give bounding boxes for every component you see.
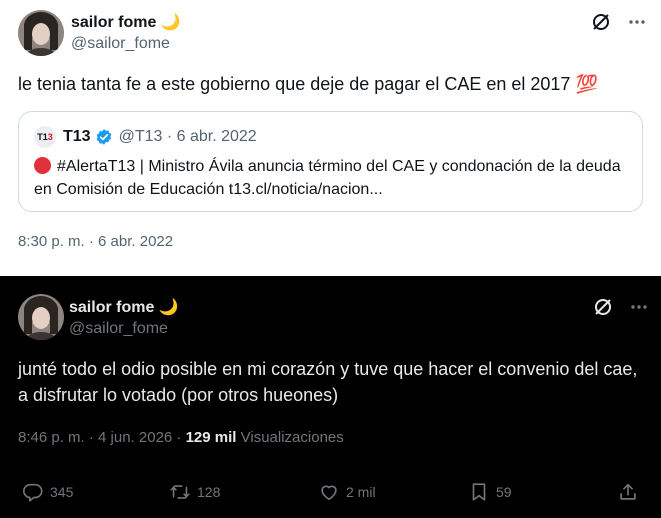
like-icon: [321, 485, 337, 501]
reply-count: 345: [50, 484, 74, 500]
moon-emoji: 🌙: [160, 14, 181, 31]
views-label: Visualizaciones: [236, 429, 344, 446]
tweet-text: junté todo el odio posible en mi corazón…: [18, 359, 638, 405]
tweet-light: sailor fome 🌙 @sailor_fome le tenia tant…: [0, 0, 661, 276]
quoted-handle-date: @T13 · 6 abr. 2022: [118, 128, 257, 145]
more-icon[interactable]: [626, 11, 648, 33]
verified-badge-icon: [96, 129, 111, 145]
quoted-tweet-card[interactable]: T1 3 T13 @T13 · 6 abr. 2022 #AlertaT13 | …: [18, 111, 643, 212]
quoted-tweet-body: #AlertaT13 | Ministro Ávila anuncia térm…: [34, 158, 621, 198]
quoted-display-name[interactable]: T13: [63, 128, 91, 146]
grok-icon[interactable]: [592, 296, 614, 318]
tweet-dark: sailor fome 🌙 @sailor_fome junté todo el…: [0, 276, 661, 518]
bookmark-count: 59: [496, 484, 512, 500]
more-icon[interactable]: [628, 296, 650, 318]
reply-icon: [23, 483, 43, 502]
moon-emoji: 🌙: [158, 299, 179, 316]
tweet-timestamp[interactable]: 8:30 p. m. · 6 abr. 2022: [18, 233, 173, 250]
tweet-text: le tenia tanta fe a este gobierno que de…: [18, 71, 648, 97]
tweet-action-bar: 345 128 2 mil 59: [0, 481, 661, 505]
avatar[interactable]: [18, 10, 64, 56]
like-button[interactable]: 2 mil: [318, 481, 376, 503]
quoted-tweet-header: T1 3 T13 @T13 · 6 abr. 2022: [34, 126, 257, 148]
display-name-text: sailor fome: [69, 299, 155, 316]
share-button[interactable]: [617, 481, 639, 503]
bookmark-button[interactable]: 59: [468, 481, 512, 503]
user-handle[interactable]: @sailor_fome: [71, 35, 170, 53]
share-icon: [620, 483, 636, 500]
tweet-timestamp-views: 8:46 p. m. · 4 jun. 2026 · 129 mil Visua…: [18, 429, 344, 446]
user-handle[interactable]: @sailor_fome: [69, 320, 168, 338]
views-count: 129 mil: [185, 429, 237, 446]
tweet-top-icons: [590, 11, 648, 33]
tweet-top-icons: [592, 296, 650, 318]
display-name[interactable]: sailor fome 🌙: [71, 12, 181, 32]
t13-logo[interactable]: T1 3: [34, 126, 56, 148]
tweet-timestamp[interactable]: 8:46 p. m. · 4 jun. 2026 ·: [18, 429, 186, 446]
retweet-icon: [170, 485, 190, 499]
display-name-text: sailor fome: [71, 14, 157, 31]
retweet-button[interactable]: 128: [169, 481, 220, 503]
quoted-tweet-text: #AlertaT13 | Ministro Ávila anuncia térm…: [34, 155, 634, 201]
avatar[interactable]: [18, 294, 64, 340]
tweet-text-body: le tenia tanta fe a este gobierno que de…: [18, 74, 571, 94]
retweet-count: 128: [197, 484, 221, 500]
display-name[interactable]: sailor fome 🌙: [69, 297, 179, 317]
like-count: 2 mil: [346, 484, 376, 500]
t13-logo-text: T1: [37, 132, 48, 142]
hundred-emoji: 💯: [575, 74, 598, 94]
t13-logo-text-red: 3: [47, 132, 53, 142]
grok-icon[interactable]: [590, 11, 612, 33]
reply-button[interactable]: 345: [22, 481, 73, 503]
bookmark-icon: [472, 483, 486, 501]
red-circle-icon: [34, 157, 51, 174]
